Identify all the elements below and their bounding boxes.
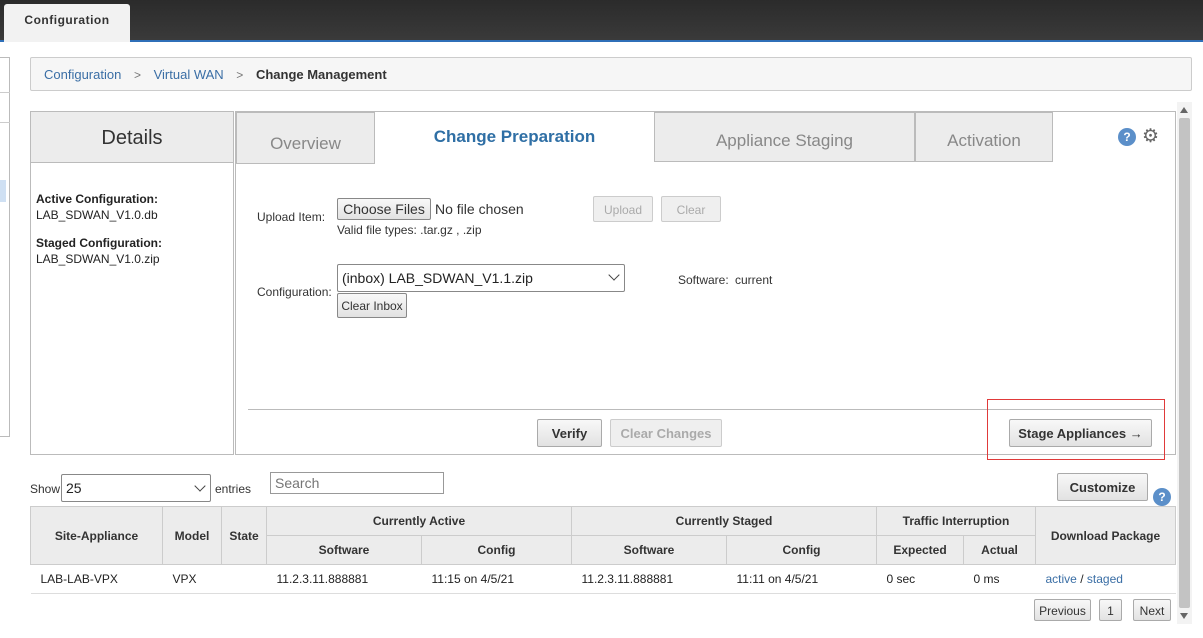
top-bar: Configuration <box>0 0 1203 42</box>
clear-inbox-button[interactable]: Clear Inbox <box>337 293 407 318</box>
col-state[interactable]: State <box>221 506 267 565</box>
download-staged-link[interactable]: staged <box>1087 572 1123 586</box>
tab-activation[interactable]: Activation <box>915 112 1053 162</box>
highlight-box <box>987 399 1165 460</box>
chevron-down-icon <box>608 269 620 281</box>
col-site-appliance[interactable]: Site-Appliance <box>30 506 163 565</box>
col-staged-software[interactable]: Software <box>571 535 727 565</box>
tab-change-preparation[interactable]: Change Preparation <box>375 112 654 164</box>
verify-button[interactable]: Verify <box>537 419 602 447</box>
configuration-label: Configuration: <box>257 285 332 299</box>
col-expected[interactable]: Expected <box>876 535 964 565</box>
col-download-package[interactable]: Download Package <box>1035 506 1176 565</box>
tab-configuration[interactable]: Configuration <box>4 4 130 42</box>
clear-upload-button[interactable]: Clear <box>661 196 721 222</box>
col-actual[interactable]: Actual <box>963 535 1036 565</box>
page-size-select[interactable]: 25 <box>61 474 211 502</box>
breadcrumb-current: Change Management <box>255 67 387 82</box>
scroll-up-arrow-icon[interactable] <box>1180 107 1188 113</box>
col-active-config[interactable]: Config <box>421 535 572 565</box>
cell-active-config: 11:15 on 4/5/21 <box>421 564 572 594</box>
customize-button[interactable]: Customize <box>1057 473 1148 501</box>
chevron-down-icon <box>194 480 206 492</box>
scrollbar-thumb[interactable] <box>1179 118 1190 608</box>
col-currently-staged: Currently Staged <box>571 506 877 536</box>
cell-state <box>221 564 267 594</box>
col-staged-config[interactable]: Config <box>726 535 877 565</box>
staged-config-label: Staged Configuration: <box>36 236 162 250</box>
breadcrumb-virtual-wan[interactable]: Virtual WAN <box>154 67 224 82</box>
cell-download-package: active / staged <box>1035 564 1176 594</box>
tab-overview[interactable]: Overview <box>236 112 375 164</box>
details-title: Details <box>31 112 233 163</box>
valid-file-types-text: Valid file types: .tar.gz , .zip <box>337 223 482 237</box>
help-icon[interactable]: ? <box>1118 128 1136 146</box>
previous-page-button[interactable]: Previous <box>1034 599 1091 621</box>
cell-actual: 0 ms <box>963 564 1036 594</box>
col-traffic-interruption: Traffic Interruption <box>876 506 1036 536</box>
entries-label: entries <box>215 482 252 496</box>
gear-icon[interactable]: ⚙ <box>1142 127 1159 147</box>
table-row: LAB-LAB-VPX VPX 11.2.3.11.888881 11:15 o… <box>30 564 1176 594</box>
page-size-value: 25 <box>66 480 82 496</box>
show-label: Show <box>30 482 61 496</box>
nav-divider <box>0 92 10 93</box>
active-config-label: Active Configuration: <box>36 192 158 206</box>
tab-appliance-staging[interactable]: Appliance Staging <box>654 112 915 162</box>
details-panel: Details Active Configuration: LAB_SDWAN_… <box>30 111 234 455</box>
col-active-software[interactable]: Software <box>266 535 422 565</box>
configuration-select-value: (inbox) LAB_SDWAN_V1.1.zip <box>342 270 533 286</box>
next-page-button[interactable]: Next <box>1133 599 1171 621</box>
nav-selected-item[interactable] <box>0 180 6 202</box>
no-file-chosen-text: No file chosen <box>435 201 524 217</box>
breadcrumb: Configuration > Virtual WAN > Change Man… <box>30 57 1192 91</box>
cell-site-appliance: LAB-LAB-VPX <box>30 564 163 594</box>
active-config-value: LAB_SDWAN_V1.0.db <box>36 208 158 222</box>
page-1-button[interactable]: 1 <box>1099 599 1122 621</box>
col-model[interactable]: Model <box>162 506 222 565</box>
configuration-select[interactable]: (inbox) LAB_SDWAN_V1.1.zip <box>337 264 625 292</box>
appliance-table: Site-Appliance Model State Currently Act… <box>30 506 1176 594</box>
search-input[interactable] <box>270 472 444 494</box>
cell-active-software: 11.2.3.11.888881 <box>266 564 422 594</box>
choose-files-button[interactable]: Choose Files <box>337 198 431 220</box>
cell-model: VPX <box>162 564 222 594</box>
cell-staged-config: 11:11 on 4/5/21 <box>726 564 877 594</box>
help-icon[interactable]: ? <box>1153 488 1171 506</box>
scroll-down-arrow-icon[interactable] <box>1180 613 1188 619</box>
software-value: current <box>735 273 773 287</box>
software-label: Software: <box>678 273 729 287</box>
breadcrumb-configuration[interactable]: Configuration <box>44 67 121 82</box>
left-nav-panel <box>0 57 10 437</box>
upload-button[interactable]: Upload <box>593 196 653 222</box>
staged-config-value: LAB_SDWAN_V1.0.zip <box>36 252 160 266</box>
upload-item-label: Upload Item: <box>257 210 326 224</box>
nav-divider <box>0 122 10 123</box>
col-currently-active: Currently Active <box>266 506 572 536</box>
download-separator: / <box>1080 572 1084 586</box>
cell-expected: 0 sec <box>876 564 964 594</box>
chevron-right-icon: > <box>133 68 141 82</box>
clear-changes-button[interactable]: Clear Changes <box>610 419 722 447</box>
download-active-link[interactable]: active <box>1046 572 1077 586</box>
cell-staged-software: 11.2.3.11.888881 <box>571 564 727 594</box>
chevron-right-icon: > <box>236 68 244 82</box>
